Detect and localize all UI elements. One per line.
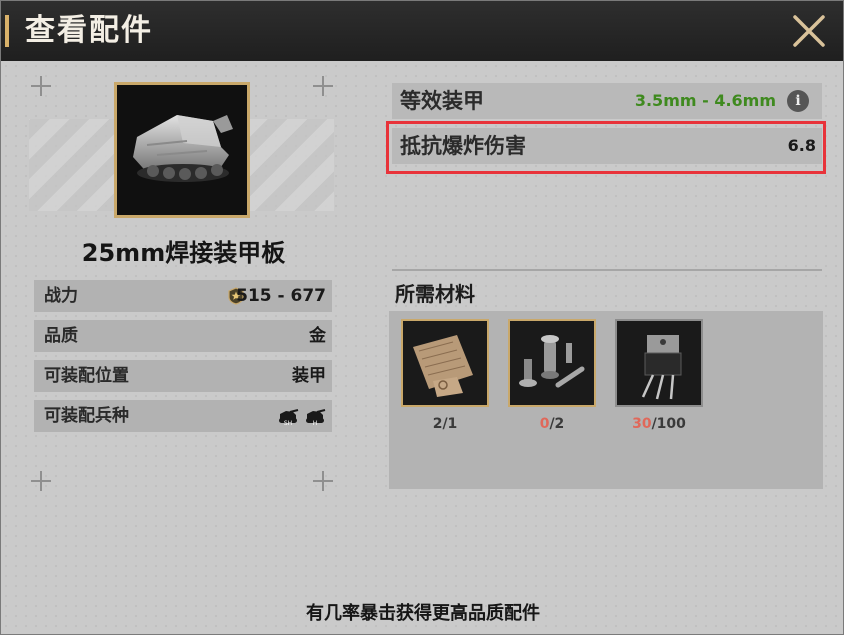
section-divider	[392, 269, 822, 271]
material-need: /2	[549, 416, 565, 432]
attr-value: 3.5mm - 4.6mm	[634, 91, 776, 110]
tank-h-icon: H	[306, 409, 326, 427]
stat-row-power: 战力 515 - 677	[34, 280, 332, 312]
armor-plate-vehicle-icon	[117, 85, 247, 215]
material-need: /100	[651, 416, 686, 432]
stat-label: 战力	[44, 286, 78, 306]
material-have: 2	[432, 416, 443, 432]
plus-decoration-icon	[31, 471, 51, 491]
close-icon	[793, 15, 825, 47]
plus-decoration-icon	[313, 471, 333, 491]
stat-row-quality: 品质 金	[34, 320, 332, 352]
material-need: /1	[442, 416, 458, 432]
material-slot[interactable]	[401, 319, 489, 407]
materials-title: 所需材料	[395, 282, 475, 306]
transistor-icon	[617, 321, 701, 405]
material-slot[interactable]	[615, 319, 703, 407]
material-slot[interactable]	[508, 319, 596, 407]
stat-row-slot: 可装配位置 装甲	[34, 360, 332, 392]
crit-hint-text: 有几率暴击获得更高品质配件	[306, 603, 540, 624]
accessory-image	[114, 82, 250, 218]
tank-sh-icon-label: SH	[284, 420, 292, 426]
title-bar: 查看配件	[1, 1, 843, 61]
info-icon[interactable]: i	[787, 90, 809, 112]
close-button[interactable]	[787, 9, 831, 53]
stat-label: 可装配位置	[44, 366, 129, 386]
material-count: 30/100	[615, 415, 703, 433]
material-count: 0/2	[508, 415, 596, 433]
material-have: 30	[632, 416, 652, 432]
title-accent-bar	[5, 15, 9, 47]
stat-value: 金	[309, 326, 326, 346]
view-accessory-dialog: 查看配件 25mm焊接装甲板 战力 515 - 677 品质 金 可装配位置 装…	[0, 0, 844, 635]
material-have: 0	[539, 416, 550, 432]
stat-value: 515 - 677	[236, 286, 326, 306]
tank-sh-icon: SH	[278, 409, 299, 427]
unit-type-icons: SH H	[277, 406, 326, 430]
attr-label: 等效装甲	[400, 89, 484, 113]
tank-h-icon-label: H	[313, 420, 318, 426]
plus-decoration-icon	[313, 76, 333, 96]
material-count: 2/1	[401, 415, 489, 433]
highlight-frame	[386, 121, 826, 174]
stat-value: 装甲	[292, 366, 326, 386]
mechanical-parts-icon	[510, 321, 594, 405]
stat-row-unit-type: 可装配兵种 SH H	[34, 400, 332, 432]
stat-label: 可装配兵种	[44, 406, 129, 426]
stat-label: 品质	[44, 326, 78, 346]
blueprint-icon	[403, 321, 487, 405]
attr-row-equivalent-armor: 等效装甲 3.5mm - 4.6mm	[392, 83, 822, 119]
accessory-name: 25mm焊接装甲板	[81, 239, 286, 267]
dialog-title: 查看配件	[25, 13, 153, 48]
plus-decoration-icon	[31, 76, 51, 96]
